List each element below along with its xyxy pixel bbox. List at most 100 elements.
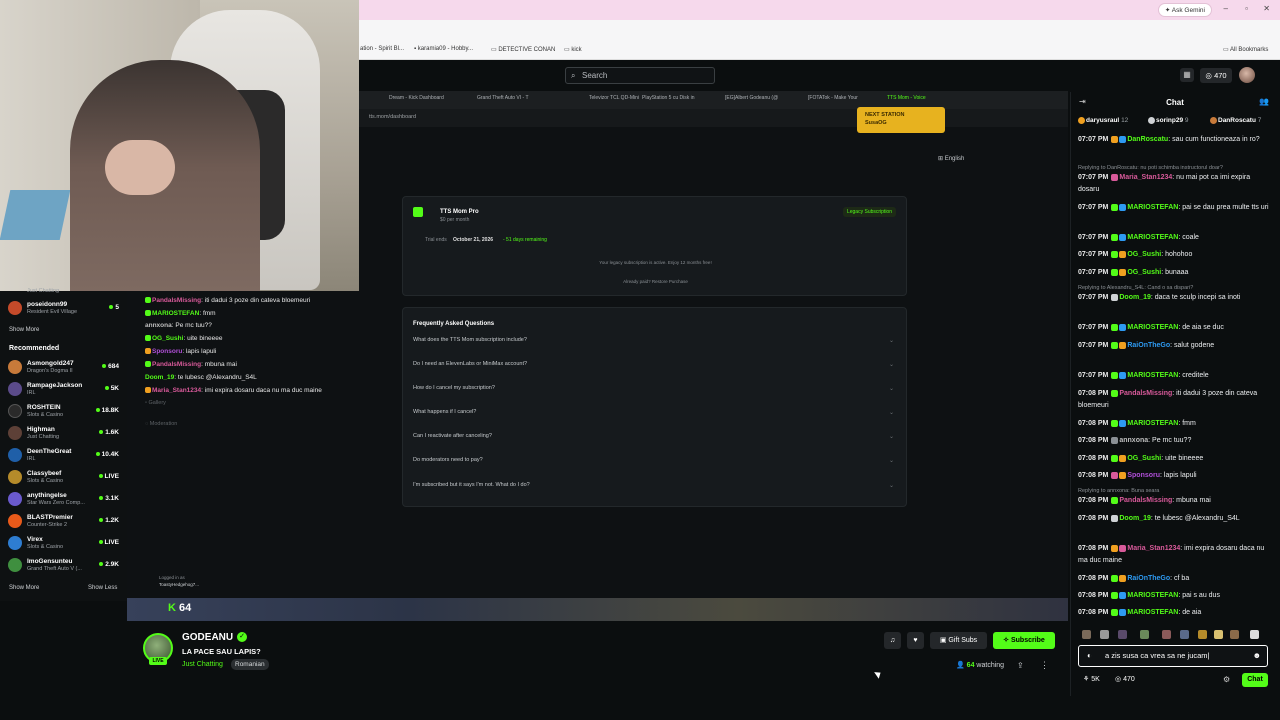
search-input[interactable]: ⌕ Search [565, 67, 715, 84]
live-badge: LIVE [149, 657, 167, 665]
emote-icon[interactable] [1198, 630, 1207, 639]
bookmark-item[interactable]: ation - Spirit Bl... [360, 46, 404, 52]
emote-icon[interactable] [1230, 630, 1239, 639]
kick-logo-icon: K [168, 602, 176, 614]
maximize-icon[interactable]: ▫ [1245, 4, 1248, 13]
viewer-count: 5K [104, 385, 119, 392]
trial-label: Trial ends [425, 237, 447, 243]
category-link[interactable]: Just Chatting [182, 661, 223, 668]
sidebar-channel[interactable]: RampageJackson IRL 5K [8, 380, 123, 400]
emote-icon[interactable] [1100, 630, 1109, 639]
footer-points[interactable]: ◎ 470 [1115, 675, 1135, 683]
browse-grid-button[interactable]: ▦ [1180, 68, 1194, 82]
emote-icon[interactable] [1250, 630, 1259, 639]
chat-input[interactable]: ◐ a zis susa ca vrea sa ne jucam| ☻ [1078, 645, 1268, 667]
avatar [8, 382, 22, 396]
overlay-chat-line: PandalsMissing: iti dadui 3 poze din cat… [145, 297, 310, 304]
gift-subs-button[interactable]: ▣ Gift Subs [930, 632, 987, 649]
gifter-item[interactable]: daryusraul 12 [1078, 117, 1128, 124]
more-options-icon[interactable]: ⋮ [1040, 660, 1049, 671]
sidebar-channel[interactable]: anythingelse Star Wars Zero Comp... 3.1K [8, 490, 123, 510]
viewer-count: 2.9K [99, 561, 119, 568]
chat-footer: ⚘ 5K ◎ 470 [1078, 672, 1268, 688]
ask-gemini-label: Ask Gemini [1171, 7, 1205, 14]
screen-tab: Dream - Kick Dashboard [389, 95, 444, 101]
bookmark-item[interactable]: ▪ karamia09 - Hobby... [414, 46, 473, 52]
emoji-picker-icon[interactable]: ☻ [1253, 646, 1261, 666]
close-window-icon[interactable]: ✕ [1263, 4, 1270, 13]
minimize-icon[interactable]: – [1224, 4, 1228, 13]
follow-heart-button[interactable]: ♥ [907, 632, 924, 649]
avatar [8, 470, 22, 484]
user-avatar[interactable] [1239, 67, 1255, 83]
sidebar-channel[interactable]: Virex Slots & Casino LIVE [8, 534, 123, 554]
chatters-icon[interactable]: 👥 [1259, 97, 1269, 106]
gifter-item[interactable]: DanRoscatu 7 [1210, 117, 1261, 124]
channel-category: Counter-Strike 2 [27, 522, 68, 528]
sidebar-channel[interactable]: ROSHTEIN Slots & Casino 18.8K [8, 402, 123, 422]
points-badge[interactable]: ◎ 470 [1200, 68, 1232, 83]
show-more-link[interactable]: Show More [9, 327, 39, 333]
emote-icon[interactable] [1140, 630, 1149, 639]
overlay-chat-line: Doom_19: te lubesc @Alexandru_S4L [145, 374, 257, 381]
user-badge-icon[interactable]: ◐ [1087, 646, 1092, 666]
chevron-down-icon: ⌄ [888, 483, 894, 489]
kick-topbar [359, 60, 1280, 92]
faq-item: What happens if I cancel? [413, 409, 477, 415]
send-chat-button[interactable]: Chat [1242, 673, 1268, 687]
emote-icon[interactable] [1118, 630, 1127, 639]
streamer-name[interactable]: GODEANU [182, 632, 233, 643]
bookmark-folder[interactable]: ▭ kick [564, 46, 582, 53]
screen-address-bar: tts.mom/dashboard [359, 109, 1068, 127]
chat-settings-icon[interactable]: ⚙ [1223, 675, 1230, 684]
notification-bell-button[interactable]: ♫ [884, 632, 901, 649]
channel-category: IRL [27, 456, 36, 462]
sidebar-channel[interactable]: Classybeef Slots & Casino LIVE [8, 468, 123, 488]
legacy-note: Your legacy subscription is active. Enjo… [599, 260, 712, 265]
chevron-down-icon: ⌄ [888, 338, 894, 344]
bookmark-folder[interactable]: ▭ DETECTIVE CONAN [491, 46, 555, 53]
plan-icon [413, 207, 423, 217]
gallery-menu-item: ▫ Gallery [145, 400, 166, 406]
subscribe-button[interactable]: ✧ Subscribe [993, 632, 1055, 649]
screen-browser-tabs: Dream - Kick Dashboard Grand Theft Auto … [359, 91, 1068, 109]
sidebar-channel[interactable]: BLASTPremier Counter-Strike 2 1.2K [8, 512, 123, 532]
emote-icon[interactable] [1162, 630, 1171, 639]
footer-count[interactable]: ⚘ 5K [1083, 675, 1100, 683]
screen-tab: PlayStation 5 cu Disk in [642, 95, 695, 101]
chat-message: 07:07 PM RaiOnTheGo: salut godene [1078, 341, 1215, 349]
top-gifters-bar: daryusraul 12 sorinp29 9 DanRoscatu 7 [1078, 117, 1278, 129]
faq-item: How do I cancel my subscription? [413, 385, 495, 391]
sidebar-channel[interactable]: DeenTheGreat IRL 10.4K [8, 446, 123, 466]
subscribe-label: Subscribe [1010, 637, 1045, 644]
emote-icon[interactable] [1082, 630, 1091, 639]
sidebar-channel[interactable]: poseidonn99 Resident Evil Village 5 [8, 299, 123, 319]
emote-icon[interactable] [1214, 630, 1223, 639]
all-bookmarks[interactable]: ▭ All Bookmarks [1223, 46, 1268, 53]
ask-gemini-button[interactable]: ✦ Ask Gemini [1157, 3, 1212, 17]
sidebar-channel[interactable]: Highman Just Chatting 1.6K [8, 424, 123, 444]
emote-icon[interactable] [1180, 630, 1189, 639]
next-station-banner: NEXT STATION SusaOG [857, 107, 945, 133]
share-icon[interactable]: ⇪ [1017, 661, 1024, 670]
gifter-item[interactable]: sorinp29 9 [1148, 117, 1189, 124]
channel-category: Resident Evil Village [27, 309, 78, 315]
webcam-overlay [0, 0, 359, 291]
overlay-chat-line: Maria_Stan1234: imi expira dosaru daca n… [145, 387, 322, 394]
chat-message: 07:07 PM OG_Sushi: bunaaa [1078, 268, 1189, 276]
language-tag[interactable]: Romanian [231, 659, 269, 670]
channel-name: ImoGensunteu [27, 558, 73, 565]
screen-language-label: English [944, 156, 965, 162]
viewer-count: 684 [102, 363, 119, 370]
gift-subs-label: Gift Subs [948, 637, 978, 644]
show-more-link[interactable]: Show More [9, 585, 39, 591]
show-less-link[interactable]: Show Less [88, 585, 117, 591]
channel-name: DeenTheGreat [27, 448, 72, 455]
sidebar-partial-category: Just Chatting [27, 288, 60, 294]
faq-item: Do I need an ElevenLabs or MiniMax accou… [413, 361, 528, 367]
sidebar-channel[interactable]: ImoGensunteu Grand Theft Auto V (... 2.9… [8, 556, 123, 576]
channel-name: Highman [27, 426, 55, 433]
channel-category: Slots & Casino [27, 478, 64, 484]
chat-message: 07:08 PM PandalsMissing: iti dadui 3 poze… [1078, 389, 1258, 409]
sidebar-channel[interactable]: Asmongold247 Dragon's Dogma II 684 [8, 358, 123, 378]
